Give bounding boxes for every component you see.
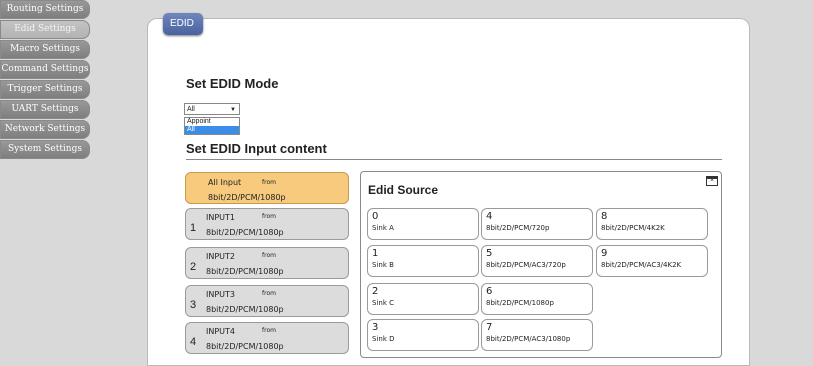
source-4[interactable]: 4 8bit/2D/PCM/720p	[481, 208, 593, 240]
source-number: 3	[372, 322, 379, 333]
input-name: All Input	[208, 178, 242, 187]
input-name: INPUT4	[206, 327, 235, 336]
source-number: 9	[601, 248, 608, 259]
input-format: 8bit/2D/PCM/1080p	[206, 267, 284, 276]
source-number: 5	[486, 248, 493, 259]
close-icon[interactable]: ×	[706, 176, 718, 186]
input-number: 1	[190, 222, 197, 234]
mode-heading: Set EDID Mode	[186, 76, 279, 91]
nav-macro-settings[interactable]: Macro Settings	[0, 40, 90, 59]
source-number: 8	[601, 211, 608, 222]
source-label: 8bit/2D/PCM/AC3/1080p	[486, 335, 571, 343]
input-from: from	[262, 290, 276, 297]
edid-source-title: Edid Source	[368, 183, 439, 197]
source-label: 8bit/2D/PCM/4K2K	[601, 224, 665, 232]
edid-mode-dropdown: Appoint All	[184, 117, 240, 135]
input-name: INPUT2	[206, 252, 235, 261]
source-label: 8bit/2D/PCM/AC3/720p	[486, 261, 566, 269]
option-all[interactable]: All	[185, 126, 239, 134]
input-format: 8bit/2D/PCM/1080p	[206, 228, 284, 237]
source-sink-a[interactable]: 0 Sink A	[367, 208, 479, 240]
nav-edid-settings[interactable]: Edid Settings	[0, 20, 90, 39]
source-number: 6	[486, 286, 493, 297]
input-format: 8bit/2D/PCM/1080p	[208, 193, 286, 202]
edid-mode-select-value: All	[187, 106, 195, 113]
edid-mode-select[interactable]: All ▼	[184, 103, 240, 115]
source-label: Sink C	[372, 299, 394, 307]
input-number: 4	[190, 336, 197, 348]
input-format: 8bit/2D/PCM/1080p	[206, 305, 284, 314]
dropdown-arrow-icon: ▼	[230, 107, 236, 113]
source-label: Sink D	[372, 335, 395, 343]
nav-uart-settings[interactable]: UART Settings	[0, 100, 90, 119]
source-9[interactable]: 9 8bit/2D/PCM/AC3/4K2K	[596, 245, 708, 277]
input-content-heading: Set EDID Input content	[186, 141, 327, 156]
source-7[interactable]: 7 8bit/2D/PCM/AC3/1080p	[481, 319, 593, 351]
source-label: 8bit/2D/PCM/1080p	[486, 299, 554, 307]
source-number: 2	[372, 286, 379, 297]
nav-command-settings[interactable]: Command Settings	[0, 60, 90, 79]
nav-trigger-settings[interactable]: Trigger Settings	[0, 80, 90, 99]
source-label: 8bit/2D/PCM/AC3/4K2K	[601, 261, 682, 269]
source-sink-d[interactable]: 3 Sink D	[367, 319, 479, 351]
sidebar: Routing Settings Edid Settings Macro Set…	[0, 0, 92, 160]
panel-tab-edid: EDID	[163, 13, 203, 35]
input-number: 2	[190, 261, 197, 273]
source-sink-c[interactable]: 2 Sink C	[367, 283, 479, 315]
input-2-button[interactable]: 2 INPUT2 from 8bit/2D/PCM/1080p	[185, 247, 349, 279]
nav-routing-settings[interactable]: Routing Settings	[0, 0, 90, 19]
input-from: from	[262, 327, 276, 334]
nav-system-settings[interactable]: System Settings	[0, 140, 90, 159]
input-format: 8bit/2D/PCM/1080p	[206, 342, 284, 351]
input-from: from	[262, 179, 276, 186]
source-8[interactable]: 8 8bit/2D/PCM/4K2K	[596, 208, 708, 240]
source-label: 8bit/2D/PCM/720p	[486, 224, 550, 232]
source-5[interactable]: 5 8bit/2D/PCM/AC3/720p	[481, 245, 593, 277]
input-name: INPUT3	[206, 290, 235, 299]
input-1-button[interactable]: 1 INPUT1 from 8bit/2D/PCM/1080p	[185, 208, 349, 240]
source-number: 7	[486, 322, 493, 333]
input-4-button[interactable]: 4 INPUT4 from 8bit/2D/PCM/1080p	[185, 322, 349, 354]
heading-divider	[186, 159, 722, 160]
option-appoint[interactable]: Appoint	[185, 118, 239, 126]
input-name: INPUT1	[206, 213, 235, 222]
source-number: 0	[372, 211, 379, 222]
input-from: from	[262, 213, 276, 220]
input-from: from	[262, 252, 276, 259]
source-number: 1	[372, 248, 379, 259]
input-number: 3	[190, 299, 197, 311]
input-3-button[interactable]: 3 INPUT3 from 8bit/2D/PCM/1080p	[185, 285, 349, 317]
source-6[interactable]: 6 8bit/2D/PCM/1080p	[481, 283, 593, 315]
source-label: Sink B	[372, 261, 394, 269]
source-sink-b[interactable]: 1 Sink B	[367, 245, 479, 277]
source-number: 4	[486, 211, 493, 222]
source-label: Sink A	[372, 224, 394, 232]
all-input-button[interactable]: All Input from 8bit/2D/PCM/1080p	[185, 172, 349, 204]
nav-network-settings[interactable]: Network Settings	[0, 120, 90, 139]
